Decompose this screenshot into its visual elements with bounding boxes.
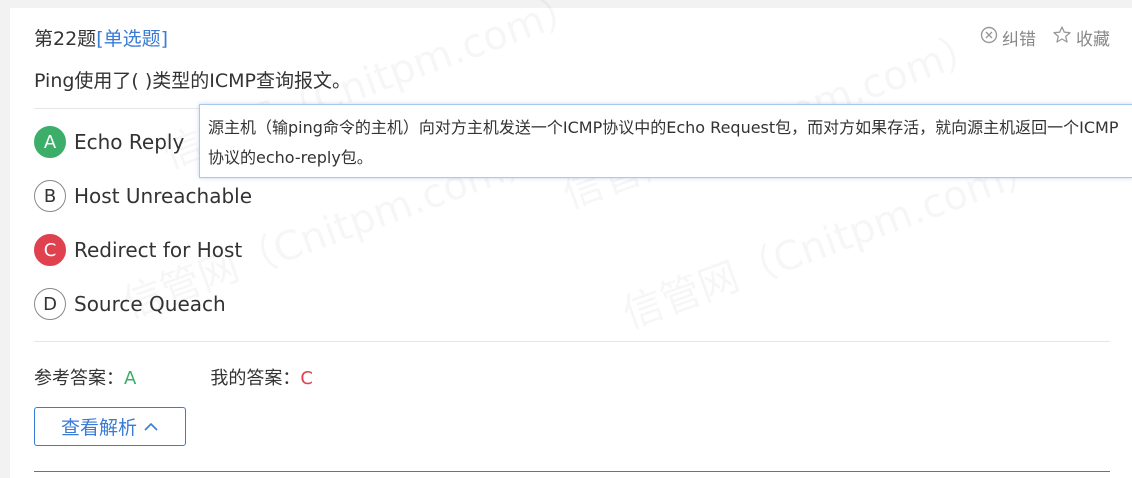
my-answer-label: 我的答案： — [210, 368, 301, 389]
view-analysis-button[interactable]: 查看解析 — [34, 407, 186, 446]
favorite-button[interactable]: 收藏 — [1052, 25, 1110, 50]
option-text: Redirect for Host — [74, 238, 243, 262]
option-text: Host Unreachable — [74, 184, 253, 208]
bottom-divider — [34, 471, 1110, 472]
reference-answer-label: 参考答案： — [34, 368, 124, 389]
question-number: 第22题 — [34, 28, 97, 50]
favorite-label: 收藏 — [1076, 30, 1110, 50]
report-error-button[interactable]: 纠错 — [980, 25, 1036, 50]
option-letter: C — [34, 234, 66, 266]
option-b[interactable]: B Host Unreachable — [34, 180, 252, 212]
star-icon — [1052, 25, 1072, 50]
explanation-tooltip: 源主机（输ping命令的主机）向对方主机发送一个ICMP协议中的Echo Req… — [199, 104, 1132, 178]
reference-answer-value: A — [124, 368, 137, 389]
option-a[interactable]: A Echo Reply — [34, 126, 184, 158]
question-card: 信管网（Cnitpm.com） 信管网（Cnitpm.com） 信管网（Cnit… — [10, 8, 1132, 478]
question-tools: 纠错 收藏 — [980, 25, 1110, 50]
close-circle-icon — [980, 26, 998, 49]
option-letter: D — [34, 288, 66, 320]
option-letter: A — [34, 126, 66, 158]
question-header: 第22题[单选题] — [34, 24, 168, 51]
option-letter: B — [34, 180, 66, 212]
question-type: [单选题] — [96, 28, 169, 50]
option-c[interactable]: C Redirect for Host — [34, 234, 242, 266]
option-d[interactable]: D Source Queach — [34, 288, 226, 320]
divider — [34, 341, 1110, 342]
report-error-label: 纠错 — [1002, 30, 1036, 50]
answer-summary: 参考答案：A 我的答案：C — [34, 364, 313, 390]
option-text: Source Queach — [74, 292, 226, 316]
option-text: Echo Reply — [74, 130, 185, 154]
question-text: Ping使用了( )类型的ICMP查询报文。 — [34, 70, 352, 92]
chevron-up-icon — [143, 416, 159, 438]
view-analysis-label: 查看解析 — [60, 417, 137, 439]
my-answer-value: C — [300, 368, 313, 389]
